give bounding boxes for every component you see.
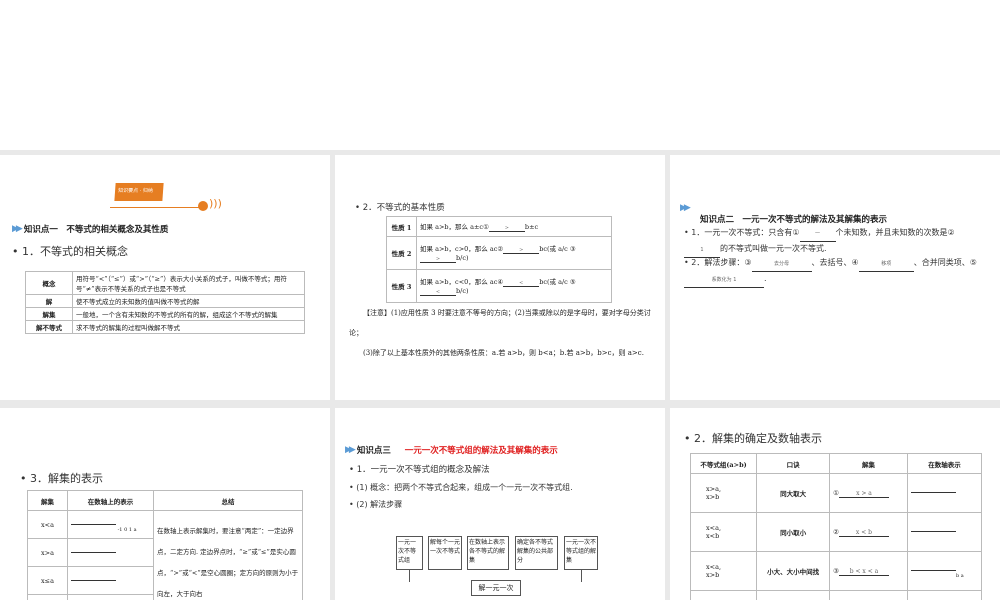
slide-thumbnail-1[interactable]: 知识要点 · 归纳 ))) ▶▶ 知识点一 不等式的相关概念及其性质 • 1．不等… bbox=[0, 155, 330, 400]
flow-box: 确定各不等式解集的公共部分 bbox=[515, 536, 558, 570]
slide-thumbnail-3[interactable]: ▶▶ 知识点二 一元一次不等式的解法及其解集的表示 • 1．一元一次不等式：只含… bbox=[670, 155, 1000, 400]
flow-box: 解一元一次 bbox=[471, 580, 521, 596]
note-2: (3)除了以上基本性质外的其他两条性质：a.若 a>b，则 b<a；b.若 a>… bbox=[363, 349, 644, 357]
slide-thumbnail-5[interactable]: ▶▶ 知识点三 一元一次不等式组的解法及其解集的表示 • 1．一元一次不等式组的概… bbox=[335, 408, 665, 600]
signal-icon bbox=[198, 201, 208, 211]
heading: • 2．解集的确定及数轴表示 bbox=[684, 432, 822, 445]
flow-box: 一元一次不等式组的解集 bbox=[564, 536, 598, 570]
steps-text: • 2．解法步骤：③ 去分母 、去括号、④ 移项 、合并同类项、⑤系数化为 1. bbox=[684, 256, 989, 288]
number-line bbox=[910, 563, 956, 577]
bullet-1: • 1．一元一次不等式组的概念及解法 bbox=[349, 465, 490, 475]
flow-box: 解每个一元一次不等式 bbox=[428, 536, 462, 570]
number-line bbox=[71, 545, 116, 559]
double-arrow-icon: ▶▶ bbox=[345, 445, 356, 455]
note-1: 【注意】(1)应用性质 3 时要注意不等号的方向；(2)当乘或除以的是字母时，要… bbox=[349, 309, 651, 337]
double-arrow-icon: ▶▶ bbox=[12, 224, 23, 234]
section-badge: 知识要点 · 归纳 bbox=[114, 183, 164, 201]
number-line bbox=[71, 573, 116, 587]
definition-text: • 1．一元一次不等式：只含有① 一个未知数，并且未知数的次数是②1 的不等式叫做一… bbox=[684, 226, 989, 258]
slide-thumbnail-6[interactable]: • 2．解集的确定及数轴表示 不等式组(a>b) 口诀 解集 在数轴表示 x>a, x>… bbox=[670, 408, 1000, 600]
slide-thumbnail-4[interactable]: • 3．解集的表示 解集 在数轴上的表示 总结 x<a -1 0 1 a 在数轴上表示… bbox=[0, 408, 330, 600]
badge-line bbox=[110, 207, 200, 208]
flow-box: 一元一次不等式组 bbox=[396, 536, 423, 570]
blank-area bbox=[0, 0, 1000, 150]
number-line bbox=[71, 517, 116, 531]
number-line bbox=[910, 485, 956, 499]
number-line bbox=[910, 524, 956, 538]
concept-table: 概念 用符号“<”（“≤”）或“>”（“≥”）表示大小关系的式子，叫做不等式；用符… bbox=[25, 271, 305, 334]
heading: • 2．不等式的基本性质 bbox=[355, 203, 445, 213]
slide-thumbnail-2[interactable]: • 2．不等式的基本性质 性质 1 如果 a>b，那么 a±c① > b±c 性质 2… bbox=[335, 155, 665, 400]
double-arrow-icon: ▶▶ bbox=[680, 203, 691, 213]
flow-connector bbox=[409, 570, 410, 582]
heading: • 3．解集的表示 bbox=[20, 472, 103, 485]
bullet-2: • (1) 概念：把两个不等式合起来，组成一个一元一次不等式组. bbox=[349, 483, 573, 492]
bullet-3: • (2) 解法步骤 bbox=[349, 500, 403, 509]
heading: • 1．不等式的相关概念 bbox=[12, 245, 128, 258]
kp-title: ▶▶ 知识点三 一元一次不等式组的解法及其解集的表示 bbox=[345, 445, 558, 456]
system-table: 不等式组(a>b) 口诀 解集 在数轴表示 x>a, x>b 同大取大 ① x > a x<a… bbox=[689, 453, 983, 600]
solution-set-table: 解集 在数轴上的表示 总结 x<a -1 0 1 a 在数轴上表示解集时，要注意“两定… bbox=[27, 490, 303, 600]
kp-title: ▶▶ 知识点一 不等式的相关概念及其性质 bbox=[12, 224, 169, 235]
flow-connector bbox=[581, 570, 582, 582]
kp-title: 知识点二 一元一次不等式的解法及其解集的表示 bbox=[700, 215, 888, 225]
signal-waves-icon: ))) bbox=[209, 197, 222, 210]
property-table: 性质 1 如果 a>b，那么 a±c① > b±c 性质 2 如果 a>b，c>0，那么… bbox=[386, 216, 612, 303]
flow-box: 在数轴上表示各不等式的解集 bbox=[467, 536, 509, 570]
